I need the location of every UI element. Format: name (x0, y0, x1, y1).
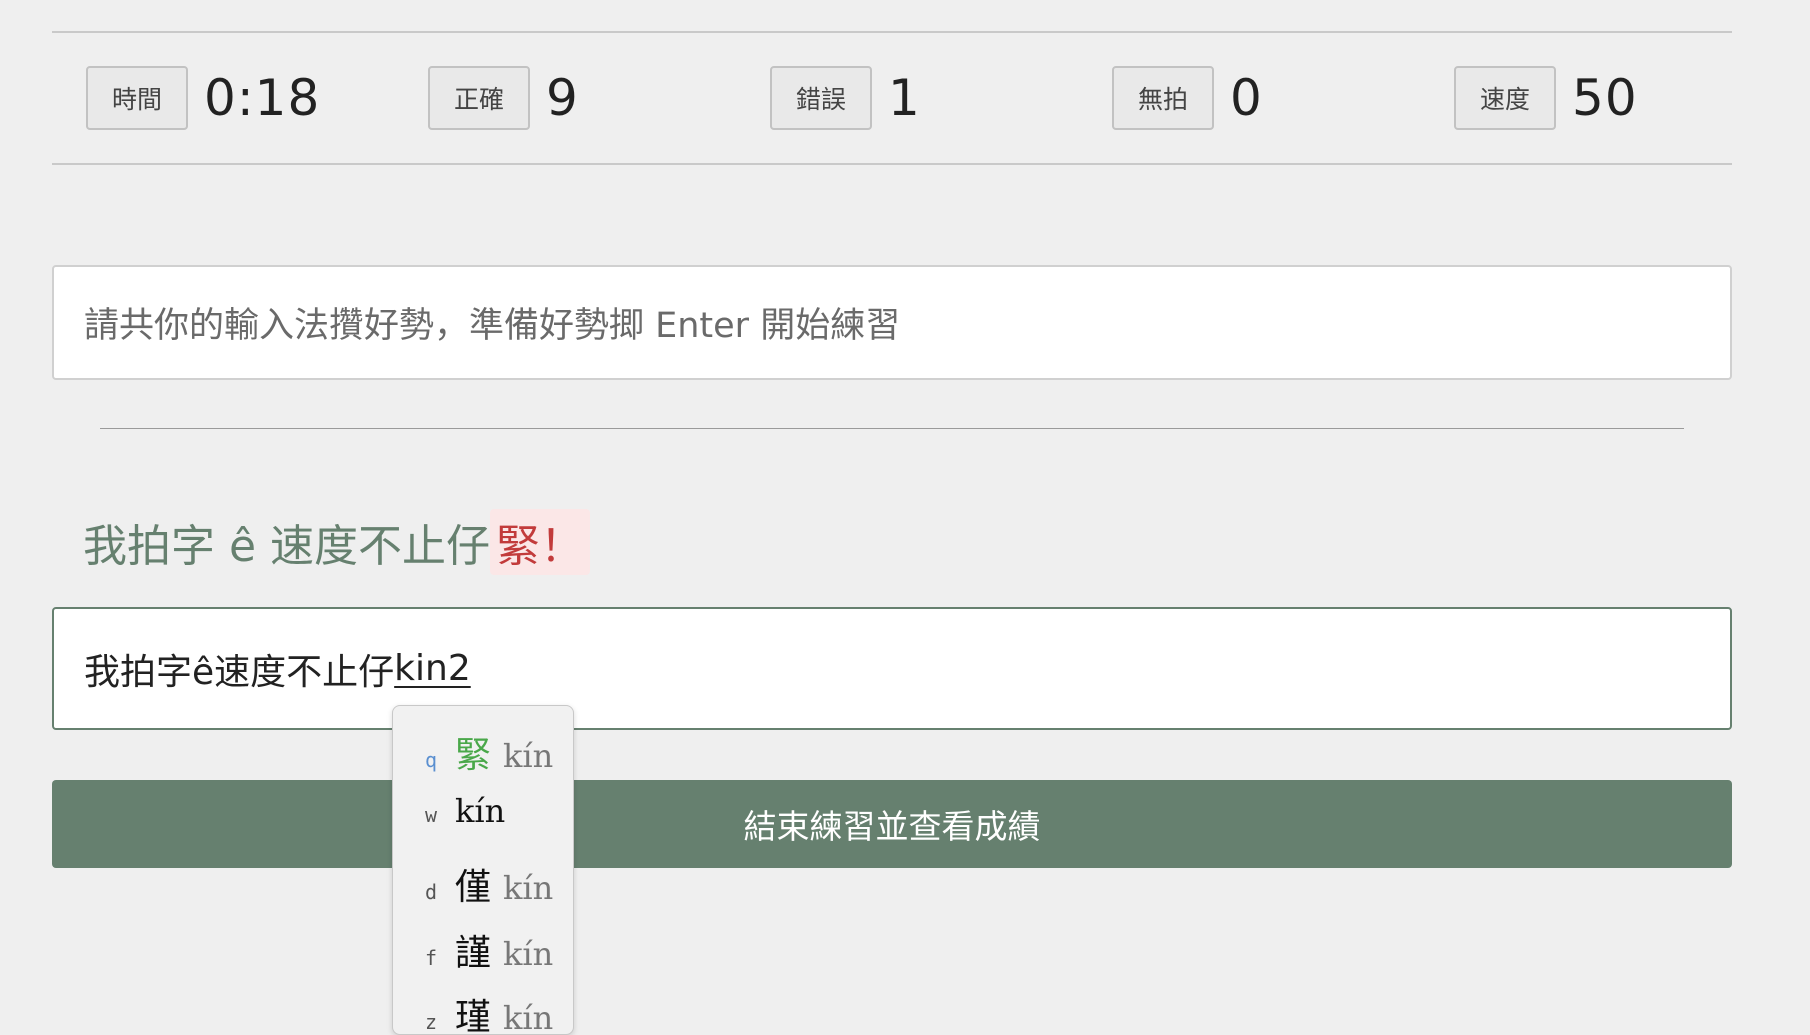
stat-speed-value: 50 (1572, 69, 1638, 127)
target-sentence: 我拍字 ê 速度不止仔 緊！ (83, 509, 591, 575)
stat-speed: 速度 50 (1454, 66, 1638, 130)
target-current-text: 緊！ (490, 509, 591, 575)
stat-correct-label: 正確 (428, 66, 531, 130)
section-divider (100, 428, 1684, 429)
typing-committed-text: 我拍字ê速度不止仔 (84, 651, 395, 693)
ime-candidate[interactable]: z 瑾 kín (425, 988, 554, 1035)
stat-correct-value: 9 (546, 69, 579, 127)
candidate-char: 瑾 (455, 997, 492, 1035)
candidate-char: 緊 (455, 735, 492, 776)
start-prompt-text: 請共你的輸入法攢好勢，準備好勢揤 Enter 開始練習 (84, 306, 901, 346)
start-prompt-box[interactable]: 請共你的輸入法攢好勢，準備好勢揤 Enter 開始練習 (52, 265, 1732, 380)
target-done-text: 我拍字 ê 速度不止仔 (83, 521, 491, 572)
end-practice-button[interactable]: 結束練習並查看成績 (52, 780, 1732, 868)
stats-divider (52, 163, 1732, 165)
candidate-key: f (425, 946, 438, 970)
stat-wrong-label: 錯誤 (770, 66, 873, 130)
top-divider (52, 31, 1732, 33)
ime-candidate[interactable]: w kín (425, 792, 505, 850)
ime-candidate[interactable]: q 緊 kín (425, 726, 553, 784)
candidate-key: z (425, 1010, 438, 1034)
stat-time-label: 時間 (86, 66, 189, 130)
candidate-key: d (425, 880, 438, 904)
end-practice-label: 結束練習並查看成績 (743, 807, 1041, 846)
typing-composing-text: kin2 (394, 648, 471, 689)
stat-untyped-value: 0 (1230, 69, 1263, 127)
stat-untyped-label: 無拍 (1112, 66, 1215, 130)
candidate-romanization: kín (503, 999, 554, 1035)
stat-correct: 正確 9 (428, 66, 579, 130)
ime-candidate[interactable]: d 僅 kín (425, 858, 553, 916)
candidate-key: q (425, 748, 438, 772)
stats-bar: 時間 0:18 正確 9 錯誤 1 無拍 0 速度 50 (52, 34, 1732, 164)
candidate-char: 謹 (455, 933, 492, 974)
typing-input[interactable]: 我拍字ê速度不止仔 kin2 (52, 607, 1732, 730)
stat-wrong-value: 1 (888, 69, 921, 127)
candidate-romanization: kín (503, 737, 554, 775)
stat-untyped: 無拍 0 (1112, 66, 1263, 130)
stat-time: 時間 0:18 (86, 66, 320, 130)
candidate-char: 僅 (455, 867, 492, 908)
candidate-key: w (425, 803, 438, 827)
stat-wrong: 錯誤 1 (770, 66, 921, 130)
stat-time-value: 0:18 (204, 69, 321, 127)
candidate-romanization: kín (455, 792, 506, 830)
ime-candidate-popup: q 緊 kín w kín d 僅 kín f 謹 kín z 瑾 kín (392, 705, 574, 1035)
candidate-romanization: kín (503, 935, 554, 973)
candidate-romanization: kín (503, 869, 554, 907)
stat-speed-label: 速度 (1454, 66, 1557, 130)
ime-candidate[interactable]: f 謹 kín (425, 924, 553, 982)
